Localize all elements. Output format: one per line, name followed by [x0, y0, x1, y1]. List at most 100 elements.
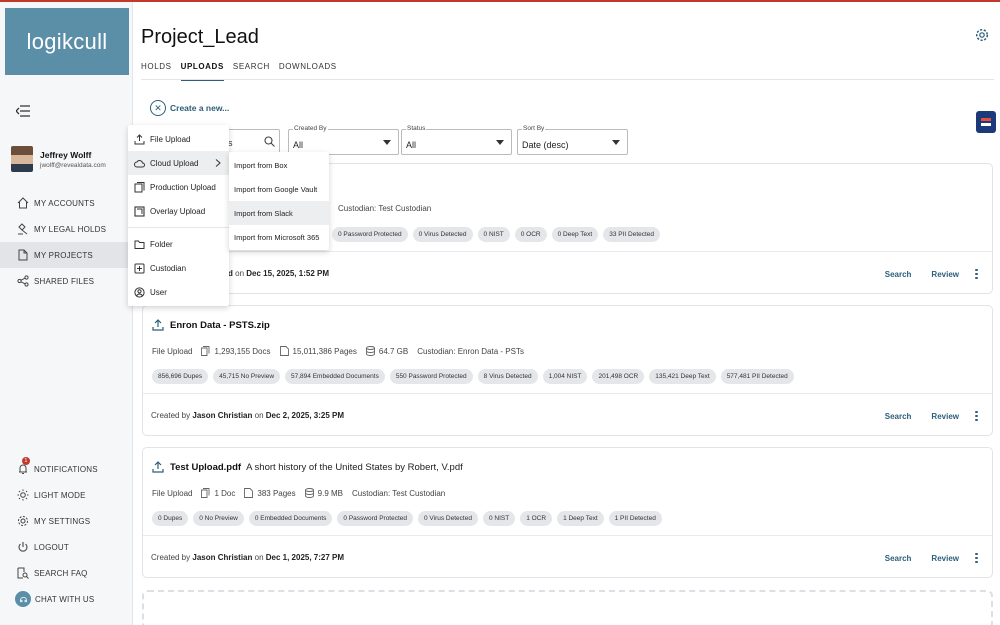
submenu-item-import-microsoft-365[interactable]: Import from Microsoft 365	[229, 225, 329, 249]
upload-meta: File Upload 1,293,155 Docs 15,011,386 Pa…	[152, 346, 533, 356]
menu-item-overlay-upload[interactable]: Overlay Upload	[128, 199, 229, 223]
user-name: Jeffrey Wolff	[40, 149, 92, 160]
sidebar-item-my-projects[interactable]: MY PROJECTS	[0, 242, 133, 268]
stat-pill: 0 Deep Text	[551, 227, 599, 242]
created-by-label: Created by	[151, 553, 191, 562]
tabs-divider	[141, 79, 994, 80]
sidebar-item-logout[interactable]: LOGOUT	[0, 534, 133, 560]
size-text: 9.9 MB	[317, 488, 343, 498]
size-text: 64.7 GB	[378, 346, 409, 356]
more-options-icon[interactable]	[975, 552, 978, 564]
more-options-icon[interactable]	[975, 410, 978, 422]
doc-count: 1 Doc	[201, 488, 235, 498]
doc-count-text: 1,293,155 Docs	[214, 346, 271, 356]
integration-app-icon[interactable]	[976, 111, 996, 133]
user-profile[interactable]: Jeffrey Wolff jwolff@revealdata.com	[11, 146, 106, 172]
more-options-icon[interactable]	[975, 268, 978, 280]
page-count-text: 383 Pages	[257, 488, 296, 498]
create-new-button[interactable]: ✕ Create a new...	[150, 100, 229, 116]
size: 9.9 MB	[304, 488, 343, 498]
sidebar-item-label: SEARCH FAQ	[34, 568, 88, 578]
menu-item-folder[interactable]: Folder	[128, 232, 229, 256]
review-button[interactable]: Review	[931, 270, 959, 279]
search-icon[interactable]	[264, 136, 275, 147]
page-title: Project_Lead	[141, 26, 259, 48]
create-new-menu: File Upload Cloud Upload Production Uplo…	[128, 125, 229, 306]
search-button[interactable]: Search	[885, 270, 912, 279]
cloud-icon	[134, 159, 145, 167]
upload-dropzone[interactable]	[142, 590, 993, 625]
user-email: jwolff@revealdata.com	[40, 161, 106, 169]
status-select[interactable]: Status All	[401, 125, 512, 155]
stat-pill: 1 Deep Text	[557, 511, 604, 526]
gear-icon	[18, 516, 28, 526]
sun-icon	[17, 489, 29, 501]
sidebar-item-notifications[interactable]: 1 NOTIFICATIONS	[0, 456, 133, 482]
project-settings-gear-icon[interactable]	[975, 28, 989, 42]
menu-item-user[interactable]: User	[128, 280, 229, 304]
stat-pill: 0 Virus Detected	[418, 511, 478, 526]
upload-title: Test Upload.pdf A short history of the U…	[152, 461, 463, 473]
main-nav: MY ACCOUNTS MY LEGAL HOLDS MY PROJECTS S…	[0, 190, 133, 294]
menu-item-file-upload[interactable]: File Upload	[128, 127, 229, 151]
sidebar-item-label: NOTIFICATIONS	[34, 464, 98, 474]
stat-pill: 0 NIST	[482, 511, 516, 526]
submenu-item-import-google-vault[interactable]: Import from Google Vault	[229, 177, 329, 201]
avatar	[11, 146, 33, 172]
sidebar-item-my-settings[interactable]: MY SETTINGS	[0, 508, 133, 534]
sidebar-item-shared-files[interactable]: SHARED FILES	[0, 268, 133, 294]
sidebar-item-my-legal-holds[interactable]: MY LEGAL HOLDS	[0, 216, 133, 242]
menu-item-custodian[interactable]: Custodian	[128, 256, 229, 280]
created-info: Created by Jason Christian on Dec 2, 202…	[151, 411, 344, 420]
cloud-upload-submenu: Import from Box Import from Google Vault…	[229, 152, 329, 250]
chevron-right-icon	[215, 159, 221, 167]
created-date: Dec 1, 2025, 7:27 PM	[265, 553, 345, 562]
menu-item-production-upload[interactable]: Production Upload	[128, 175, 229, 199]
review-button[interactable]: Review	[931, 554, 959, 563]
upload-icon	[152, 319, 164, 331]
card-actions: Search Review	[865, 410, 978, 422]
top-accent-line	[0, 0, 1000, 2]
sidebar-item-label: MY LEGAL HOLDS	[34, 224, 107, 234]
logo[interactable]: logikcull	[5, 8, 129, 75]
review-button[interactable]: Review	[931, 412, 959, 421]
menu-item-label: Overlay Upload	[150, 206, 206, 216]
upload-meta: Custodian: Test Custodian	[338, 204, 440, 213]
notification-badge: 1	[22, 457, 30, 465]
stat-pill: 0 NIST	[477, 227, 510, 242]
sidebar-item-light-mode[interactable]: LIGHT MODE	[0, 482, 133, 508]
folder-icon	[134, 240, 145, 249]
card-divider	[143, 393, 992, 394]
submenu-item-import-slack[interactable]: Import from Slack	[229, 201, 329, 225]
status-label: Status	[406, 125, 427, 132]
stat-pill: 0 Virus Detected	[412, 227, 473, 242]
stat-pill: 135,421 Deep Text	[649, 369, 716, 384]
sidebar-item-label: MY PROJECTS	[34, 250, 93, 260]
collapse-sidebar-icon[interactable]	[16, 105, 30, 117]
upload-name[interactable]: Enron Data - PSTS.zip	[170, 320, 270, 331]
custodian-text: Custodian: Enron Data - PSTs	[417, 346, 524, 356]
sidebar-item-search-faq[interactable]: SEARCH FAQ	[0, 560, 133, 586]
search-button[interactable]: Search	[885, 412, 912, 421]
created-by-value: All	[293, 140, 304, 150]
sidebar-item-label: MY SETTINGS	[34, 516, 91, 526]
sidebar-item-label: CHAT WITH US	[35, 594, 95, 604]
sort-by-select[interactable]: Sort By Date (desc)	[517, 125, 628, 155]
stat-pill: 0 Dupes	[152, 511, 189, 526]
search-button[interactable]: Search	[885, 554, 912, 563]
menu-item-cloud-upload[interactable]: Cloud Upload	[128, 151, 229, 175]
created-by-name: Jason Christian	[192, 553, 253, 562]
caret-down-icon	[383, 140, 391, 145]
submenu-item-import-box[interactable]: Import from Box	[229, 153, 329, 177]
created-info: Created by Jason Christian on Dec 1, 202…	[151, 553, 344, 562]
bottom-nav: 1 NOTIFICATIONS LIGHT MODE MY SETTINGS L…	[0, 456, 133, 612]
sidebar-item-chat-with-us[interactable]: CHAT WITH US	[0, 586, 133, 612]
custodian-text: Custodian: Test Custodian	[338, 204, 432, 213]
created-date: Dec 2, 2025, 3:25 PM	[265, 411, 345, 420]
menu-divider	[128, 227, 229, 228]
sidebar: logikcull Jeffrey Wolff jwolff@revealdat…	[0, 2, 133, 625]
sidebar-item-my-accounts[interactable]: MY ACCOUNTS	[0, 190, 133, 216]
created-on-word: on	[254, 553, 264, 562]
upload-name[interactable]: Test Upload.pdf	[170, 462, 241, 473]
upload-type: File Upload	[152, 488, 193, 498]
